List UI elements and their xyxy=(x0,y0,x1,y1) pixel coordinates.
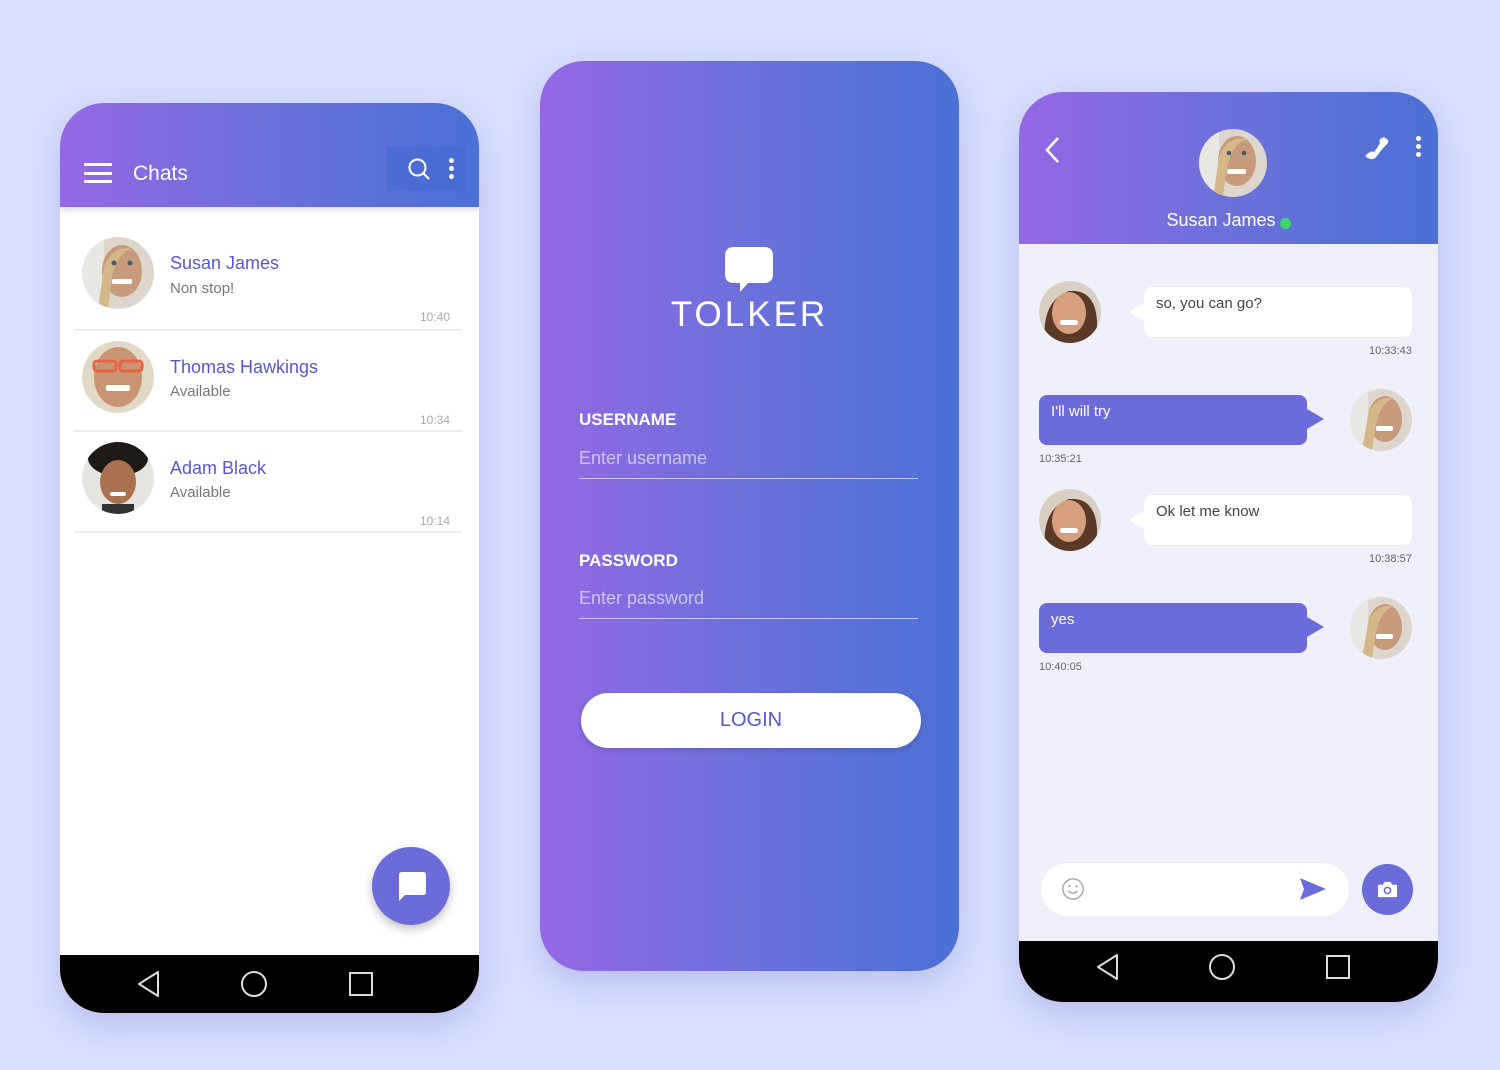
new-chat-icon xyxy=(399,872,426,901)
contact-name: Susan James xyxy=(170,253,280,273)
password-label: PASSWORD xyxy=(579,551,678,570)
app-bar-actions xyxy=(387,146,466,191)
contact-name-text: Susan James xyxy=(1166,210,1276,230)
message-time: 10:35:21 xyxy=(1039,453,1082,465)
emoji-icon[interactable] xyxy=(1061,877,1085,901)
sender-avatar xyxy=(1039,281,1101,343)
sender-avatar xyxy=(1039,489,1101,551)
menu-icon[interactable] xyxy=(84,163,112,183)
contact-status: Available xyxy=(170,383,231,400)
message-time: 10:34 xyxy=(419,413,450,427)
back-arrow-icon[interactable] xyxy=(1043,136,1061,164)
more-vert-icon[interactable] xyxy=(1414,136,1422,160)
logo-chat-bubble-icon xyxy=(725,247,773,292)
nav-home-icon[interactable] xyxy=(240,970,268,998)
nav-back-icon[interactable] xyxy=(1095,953,1121,981)
username-input[interactable] xyxy=(579,439,918,479)
password-input[interactable] xyxy=(579,579,918,619)
contact-avatar[interactable] xyxy=(1199,129,1267,197)
message-time: 10:38:57 xyxy=(1369,553,1412,565)
online-status-dot xyxy=(1279,218,1291,229)
chat-list-item[interactable]: Thomas Hawkings Available 10:34 xyxy=(74,331,462,432)
chat-list-item[interactable]: Susan James Non stop! 10:40 xyxy=(74,207,462,331)
chats-phone: Chats Susan James Non stop! 10:40 Thomas… xyxy=(60,103,479,1013)
send-icon[interactable] xyxy=(1299,877,1327,901)
message-composer xyxy=(1041,863,1349,916)
message-bubble-incoming: so, you can go? xyxy=(1128,287,1412,337)
brand-logo-text: TOLKER xyxy=(670,295,829,334)
chats-app-bar: Chats xyxy=(60,103,479,207)
chat-list-item[interactable]: Adam Black Available 10:14 xyxy=(74,432,462,533)
login-phone: TOLKER USERNAME PASSWORD LOGIN xyxy=(540,61,959,971)
nav-recents-icon[interactable] xyxy=(348,971,374,997)
message-time: 10:40 xyxy=(419,310,450,324)
avatar xyxy=(82,442,154,514)
self-avatar xyxy=(1350,389,1412,451)
system-nav-bar xyxy=(1019,941,1438,1002)
page-title: Chats xyxy=(133,162,188,185)
message-bubble-incoming: Ok let me know xyxy=(1128,495,1412,545)
nav-recents-icon[interactable] xyxy=(1325,954,1351,980)
system-nav-bar xyxy=(60,955,479,1013)
avatar xyxy=(82,237,154,309)
contact-status: Available xyxy=(170,484,231,501)
nav-back-icon[interactable] xyxy=(136,970,162,998)
message-time: 10:33:43 xyxy=(1369,345,1412,357)
conversation-phone: Susan James so, you can go? 10:33:43 I'l… xyxy=(1019,92,1438,1002)
login-button[interactable]: LOGIN xyxy=(581,693,921,748)
more-vert-icon[interactable] xyxy=(447,158,455,182)
contact-name: Thomas Hawkings xyxy=(170,357,319,377)
conversation-header: Susan James xyxy=(1019,92,1438,244)
message-bubble-outgoing: yes xyxy=(1039,603,1324,653)
camera-icon xyxy=(1377,881,1398,898)
chat-list: Susan James Non stop! 10:40 Thomas Hawki… xyxy=(74,207,462,533)
contact-name-header: Susan James xyxy=(1019,210,1438,231)
message-input[interactable] xyxy=(1097,873,1297,906)
username-label: USERNAME xyxy=(579,410,677,429)
phone-call-icon[interactable] xyxy=(1364,134,1390,162)
contact-status: Non stop! xyxy=(170,280,235,297)
avatar xyxy=(82,341,154,413)
message-bubble-outgoing: I'll will try xyxy=(1039,395,1324,445)
self-avatar xyxy=(1350,597,1412,659)
message-time: 10:40:05 xyxy=(1039,661,1082,673)
contact-name: Adam Black xyxy=(170,458,267,478)
new-chat-button[interactable] xyxy=(372,847,450,925)
nav-home-icon[interactable] xyxy=(1208,953,1236,981)
search-icon[interactable] xyxy=(408,158,430,180)
message-time: 10:14 xyxy=(419,514,450,528)
camera-button[interactable] xyxy=(1362,864,1413,915)
